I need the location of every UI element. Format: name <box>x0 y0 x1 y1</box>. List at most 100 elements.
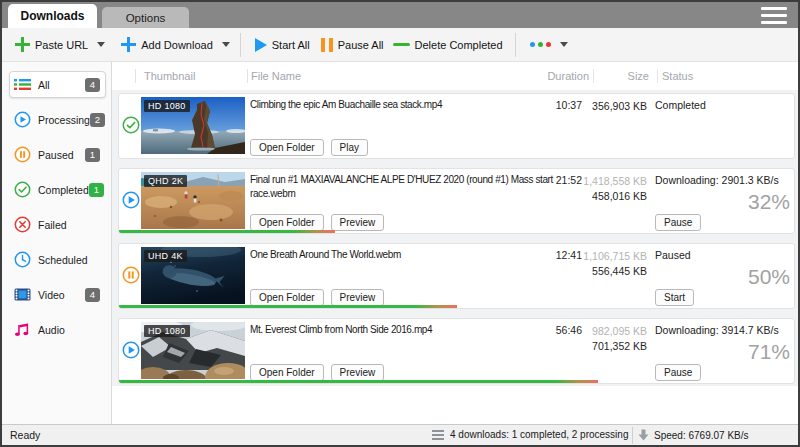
more-menu-button[interactable] <box>530 42 568 47</box>
sidebar-item-processing[interactable]: Processing 2 <box>9 106 106 133</box>
size-downloaded: 458,016 KB <box>518 189 647 204</box>
preview-button[interactable]: Preview <box>331 289 385 306</box>
start-all-label: Start All <box>272 39 310 51</box>
downloads-list-icon <box>432 430 444 440</box>
plus-icon <box>121 37 136 52</box>
progress-percent: 71% <box>748 340 790 364</box>
sidebar-item-completed[interactable]: Completed 1 <box>9 176 106 203</box>
add-download-button[interactable]: Add Download <box>121 37 230 52</box>
status-bar: Ready 4 downloads: 1 completed, 2 proces… <box>2 424 798 445</box>
start-all-button[interactable]: Start All <box>255 38 310 52</box>
menu-icon[interactable] <box>761 7 787 24</box>
status-text: Completed <box>655 99 706 111</box>
tab-bar: Downloads Options <box>2 2 798 28</box>
open-folder-button[interactable]: Open Folder <box>250 139 324 156</box>
list-all-icon <box>14 76 31 93</box>
pause-all-label: Pause All <box>338 39 384 51</box>
minus-icon <box>393 43 410 46</box>
paused-icon <box>122 266 140 284</box>
add-download-label: Add Download <box>141 39 213 51</box>
column-status: Status <box>662 70 693 82</box>
column-file-name: File Name <box>251 70 301 82</box>
open-folder-button[interactable]: Open Folder <box>250 289 324 306</box>
size-downloaded: 701,352 KB <box>518 339 647 354</box>
chevron-down-icon[interactable] <box>97 42 105 47</box>
sidebar-item-video[interactable]: Video 4 <box>9 281 106 308</box>
progress-bar <box>119 305 457 308</box>
pause-icon <box>321 38 333 52</box>
count-badge: 4 <box>85 78 100 92</box>
video-thumbnail: UHD 4K <box>141 247 245 304</box>
chevron-down-icon <box>560 42 568 47</box>
downloads-summary: 4 downloads: 1 completed, 2 processing <box>450 429 628 440</box>
pause-button[interactable]: Pause <box>655 364 701 381</box>
quality-tag: QHD 2K <box>144 175 187 187</box>
audio-icon <box>14 321 31 338</box>
sidebar-item-scheduled[interactable]: Scheduled <box>9 246 106 273</box>
sidebar-item-audio[interactable]: Audio <box>9 316 106 343</box>
count-badge: 1 <box>85 148 100 162</box>
delete-completed-button[interactable]: Delete Completed <box>393 39 503 51</box>
progress-bar <box>119 380 598 383</box>
count-badge: 1 <box>89 183 104 197</box>
start-button[interactable]: Start <box>655 289 694 306</box>
progress-percent: 50% <box>748 265 790 289</box>
open-folder-button[interactable]: Open Folder <box>250 214 324 231</box>
table-header: Thumbnail File Name Duration Size Status <box>112 62 798 90</box>
scheduled-icon <box>14 251 31 268</box>
download-row[interactable]: QHD 2K Final run #1 MAXIAVALANCHE ALPE D… <box>118 168 795 234</box>
sidebar-item-label: Completed <box>38 184 89 196</box>
chevron-down-icon[interactable] <box>222 42 230 47</box>
speed-text: Speed: 6769.07 KB/s <box>654 430 749 441</box>
pause-button[interactable]: Pause <box>655 214 701 231</box>
sidebar-item-label: Processing <box>38 114 90 126</box>
pause-all-button[interactable]: Pause All <box>321 38 384 52</box>
sidebar-item-all[interactable]: All 4 <box>9 71 106 98</box>
app-window: Downloads Options Paste URL Add Download… <box>0 0 800 447</box>
play-button[interactable]: Play <box>331 139 368 156</box>
video-thumbnail: QHD 2K <box>141 172 245 229</box>
video-thumbnail: HD 1080 <box>141 322 245 379</box>
preview-button[interactable]: Preview <box>331 364 385 381</box>
status-text: Downloading: 2901.3 KB/s <box>655 174 779 186</box>
downloading-icon <box>122 341 140 359</box>
processing-icon <box>14 111 31 128</box>
tab-downloads-label: Downloads <box>20 9 84 23</box>
sidebar-item-paused[interactable]: Paused 1 <box>9 141 106 168</box>
tab-options[interactable]: Options <box>102 7 189 28</box>
download-row[interactable]: UHD 4K One Breath Around The World.webm … <box>118 243 795 309</box>
plus-icon <box>15 37 30 52</box>
status-text: Paused <box>655 249 691 261</box>
column-size: Size <box>569 70 649 82</box>
video-thumbnail: HD 1080 <box>141 97 245 154</box>
count-badge: 4 <box>85 288 100 302</box>
downloading-icon <box>122 191 140 209</box>
progress-bar <box>119 230 335 233</box>
download-row[interactable]: HD 1080 Climbing the epic Am Buachaille … <box>118 93 795 159</box>
open-folder-button[interactable]: Open Folder <box>250 364 324 381</box>
quality-tag: HD 1080 <box>144 100 190 112</box>
status-ready: Ready <box>10 429 40 441</box>
toolbar: Paste URL Add Download Start All Pause A… <box>2 28 798 62</box>
speed-arrow-icon <box>638 429 649 441</box>
preview-button[interactable]: Preview <box>331 214 385 231</box>
sidebar-item-failed[interactable]: Failed <box>9 211 106 238</box>
paused-icon <box>14 146 31 163</box>
size-value: 356,903 KB <box>592 100 647 112</box>
sidebar-item-label: Failed <box>38 219 67 231</box>
sidebar-item-label: Scheduled <box>38 254 88 266</box>
sidebar-item-label: Audio <box>38 324 65 336</box>
tab-options-label: Options <box>126 12 166 24</box>
quality-tag: HD 1080 <box>144 325 190 337</box>
progress-percent: 32% <box>748 190 790 214</box>
downloads-list: Thumbnail File Name Duration Size Status <box>112 62 798 424</box>
download-row[interactable]: HD 1080 Mt. Everest Climb from North Sid… <box>118 318 795 384</box>
completed-icon <box>122 116 140 134</box>
tab-downloads[interactable]: Downloads <box>8 4 97 28</box>
paste-url-button[interactable]: Paste URL <box>15 37 105 52</box>
quality-tag: UHD 4K <box>144 250 187 262</box>
dots-icon <box>530 42 551 47</box>
sidebar: All 4 Processing 2 Paused 1 <box>2 62 112 424</box>
delete-completed-label: Delete Completed <box>415 39 503 51</box>
count-badge: 2 <box>90 113 105 127</box>
